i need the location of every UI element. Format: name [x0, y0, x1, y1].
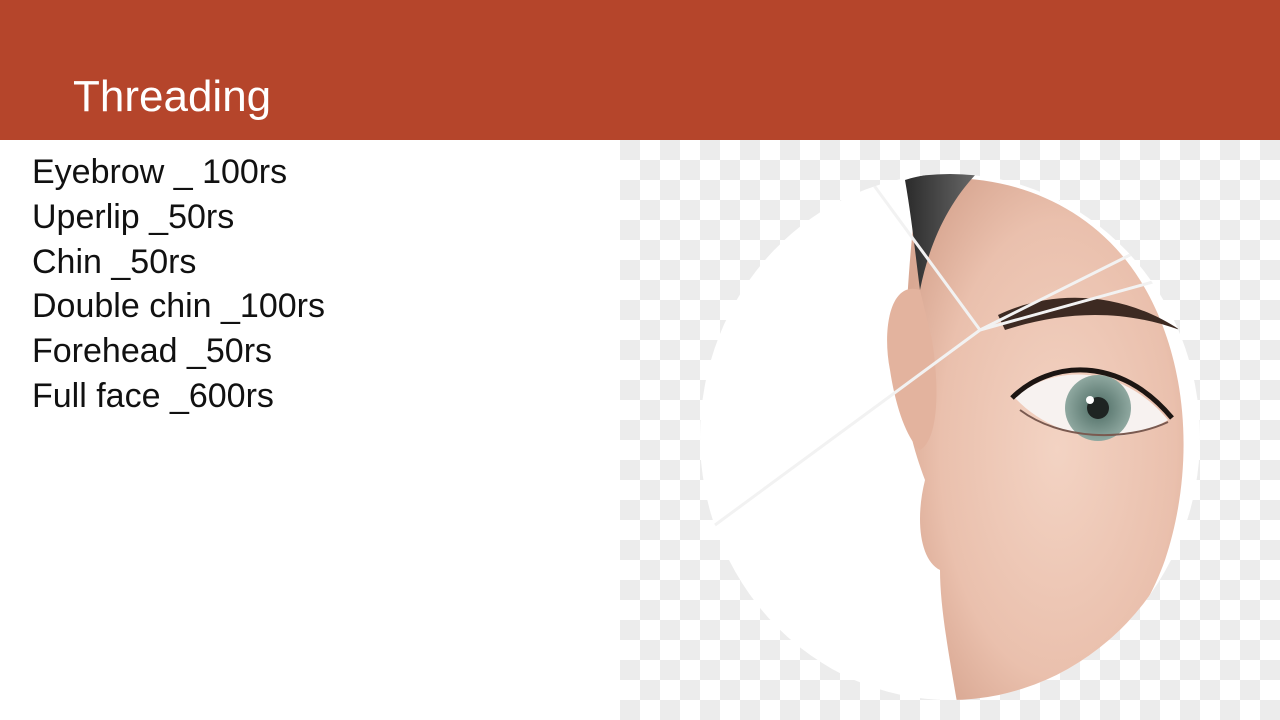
price-item-eyebrow: Eyebrow _ 100rs: [32, 153, 288, 191]
face-illustration: [620, 140, 1280, 720]
price-item-full-face: Full face _600rs: [32, 376, 274, 415]
price-item-upperlip: Uperlip _50rs: [32, 197, 235, 236]
price-item-double-chin: Double chin _100rs: [32, 287, 325, 326]
slide-title: Threading: [73, 72, 272, 121]
slide-header: Threading: [0, 0, 1280, 140]
threading-photo: [620, 140, 1280, 720]
price-item-chin: Chin _50rs: [32, 242, 197, 281]
price-item-forehead: Forehead _50rs: [32, 332, 273, 371]
price-list: Eyebrow _ 100rs Uperlip _50rs Chin _50rs…: [32, 150, 325, 419]
